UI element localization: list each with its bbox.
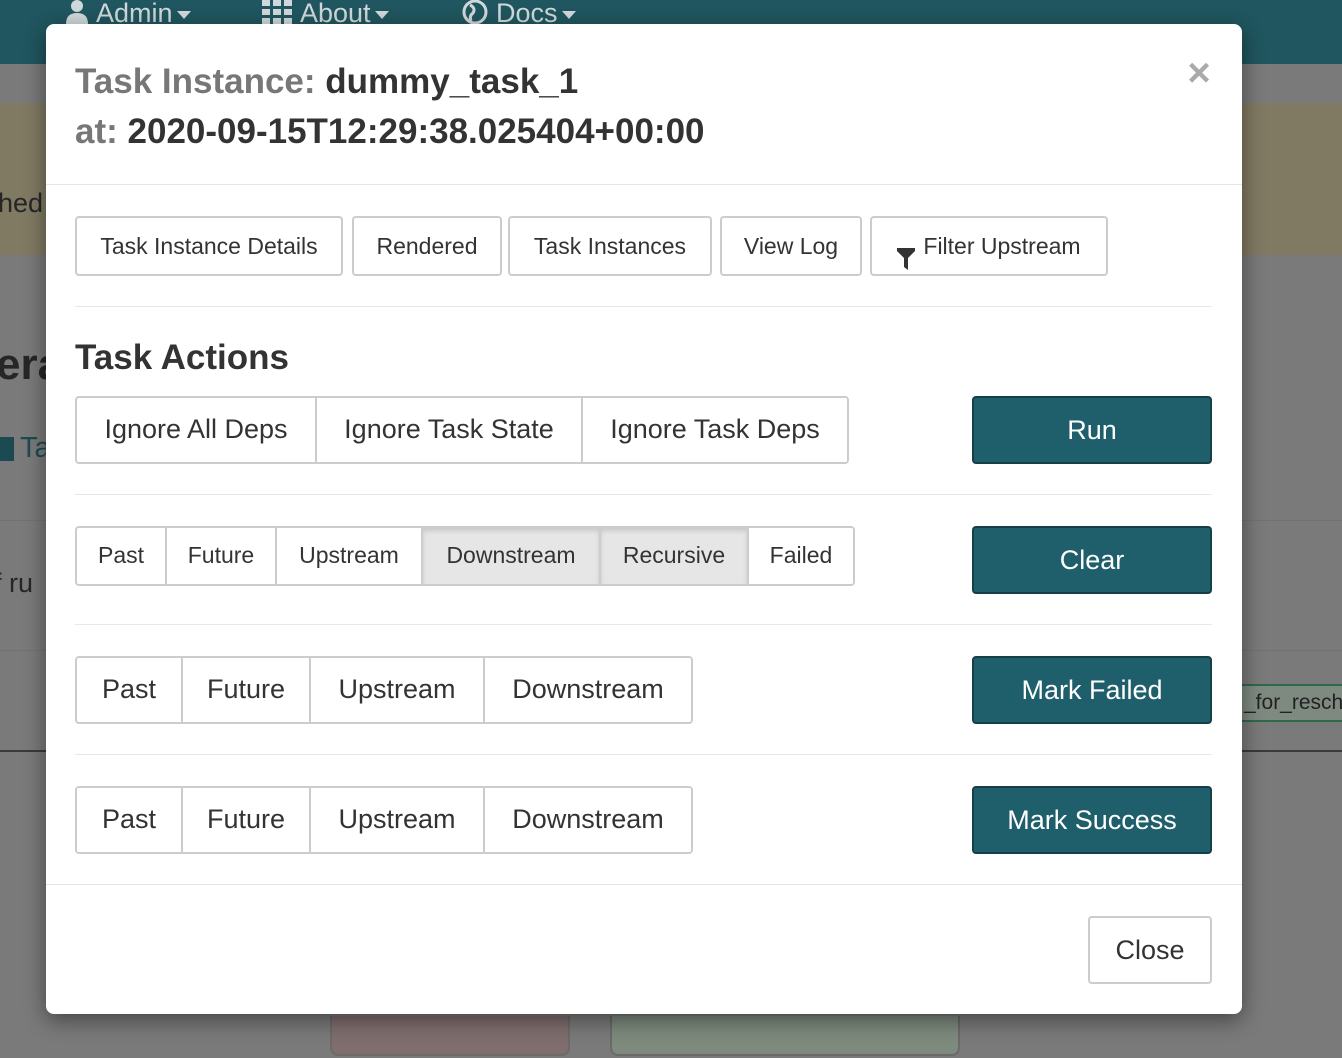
mark-success-past-toggle[interactable]: Past (77, 788, 183, 852)
nav-docs[interactable]: Docs (462, 0, 576, 27)
filter-upstream-label: Filter Upstream (923, 233, 1081, 259)
rendered-button[interactable]: Rendered (352, 216, 502, 276)
background-text: hed (0, 188, 44, 218)
mark-failed-upstream-toggle[interactable]: Upstream (311, 658, 485, 722)
close-button[interactable]: Close (1088, 916, 1212, 984)
task-instance-details-button[interactable]: Task Instance Details (75, 216, 343, 276)
task-id: dummy_task_1 (325, 62, 579, 101)
execution-date: 2020-09-15T12:29:38.025404+00:00 (127, 112, 705, 151)
run-button[interactable]: Run (972, 396, 1212, 464)
task-instances-button[interactable]: Task Instances (508, 216, 712, 276)
clear-downstream-toggle[interactable]: Downstream (423, 528, 601, 584)
nav-admin[interactable]: Admin (66, 0, 191, 27)
mark-success-downstream-toggle[interactable]: Downstream (485, 788, 691, 852)
divider (75, 754, 1212, 755)
clear-recursive-toggle[interactable]: Recursive (601, 528, 749, 584)
close-icon[interactable]: × (1186, 53, 1212, 93)
mark-failed-past-toggle[interactable]: Past (77, 658, 183, 722)
background-node (330, 1016, 570, 1056)
clear-button[interactable]: Clear (972, 526, 1212, 594)
filter-icon (897, 234, 916, 290)
view-log-button[interactable]: View Log (720, 216, 862, 276)
file-icon (0, 437, 14, 462)
mark-success-button[interactable]: Mark Success (972, 786, 1212, 854)
background-tag: _for_resch (1236, 684, 1342, 722)
mark-failed-future-toggle[interactable]: Future (183, 658, 311, 722)
mark-success-upstream-toggle[interactable]: Upstream (311, 788, 485, 852)
at-label: at: (75, 112, 118, 151)
filter-upstream-button[interactable]: Filter Upstream (870, 216, 1108, 276)
mark-success-options-group: Past Future Upstream Downstream (75, 786, 693, 854)
clear-past-toggle[interactable]: Past (77, 528, 167, 584)
chevron-down-icon (176, 10, 191, 19)
ignore-all-deps-toggle[interactable]: Ignore All Deps (77, 398, 317, 462)
title-label: Task Instance: (75, 62, 316, 101)
mark-failed-button[interactable]: Mark Failed (972, 656, 1212, 724)
mark-failed-options-group: Past Future Upstream Downstream (75, 656, 693, 724)
modal-subtitle: at: 2020-09-15T12:29:38.025404+00:00 (75, 107, 1242, 157)
modal-header: Task Instance: dummy_task_1 at: 2020-09-… (46, 24, 1242, 185)
divider (75, 624, 1212, 625)
clear-upstream-toggle[interactable]: Upstream (277, 528, 423, 584)
run-options-group: Ignore All Deps Ignore Task State Ignore… (75, 396, 849, 464)
chevron-down-icon (374, 10, 389, 19)
background-node (610, 1016, 960, 1056)
divider (75, 306, 1212, 307)
section-title: Task Actions (75, 338, 289, 377)
modal-footer-divider (46, 884, 1242, 885)
clear-options-group: Past Future Upstream Downstream Recursiv… (75, 526, 855, 586)
divider (75, 494, 1212, 495)
mark-failed-downstream-toggle[interactable]: Downstream (485, 658, 691, 722)
ignore-task-deps-toggle[interactable]: Ignore Task Deps (583, 398, 847, 462)
ignore-task-state-toggle[interactable]: Ignore Task State (317, 398, 583, 462)
chevron-down-icon (561, 10, 576, 19)
clear-failed-toggle[interactable]: Failed (749, 528, 853, 584)
background-link: Ta (0, 432, 51, 465)
mark-success-future-toggle[interactable]: Future (183, 788, 311, 852)
task-instance-modal: Task Instance: dummy_task_1 at: 2020-09-… (46, 24, 1242, 1014)
nav-about[interactable]: About (262, 0, 389, 27)
background-text: f ru (0, 568, 34, 598)
modal-title: Task Instance: dummy_task_1 (75, 57, 1242, 107)
clear-future-toggle[interactable]: Future (167, 528, 277, 584)
